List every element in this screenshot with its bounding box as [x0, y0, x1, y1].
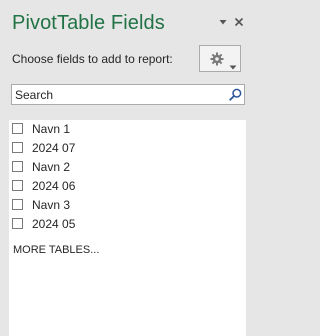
chevron-down-icon[interactable]: [218, 14, 228, 32]
field-checkbox[interactable]: [12, 123, 23, 134]
search-input[interactable]: [12, 85, 222, 104]
field-label: Navn 3: [32, 198, 71, 212]
field-checkbox[interactable]: [12, 199, 23, 210]
field-label: Navn 1: [32, 122, 71, 136]
field-label: Navn 2: [32, 160, 71, 174]
field-label: 2024 06: [32, 179, 76, 193]
panel-title: PivotTable Fields: [12, 12, 165, 34]
field-label: 2024 05: [32, 217, 76, 231]
more-tables-link[interactable]: MORE TABLES...: [13, 244, 99, 256]
field-checkbox[interactable]: [12, 161, 23, 172]
field-item[interactable]: Navn 1: [9, 120, 246, 138]
field-item[interactable]: 2024 05: [9, 215, 246, 233]
field-item[interactable]: 2024 07: [9, 139, 246, 157]
search-box: [11, 84, 245, 105]
close-icon[interactable]: [234, 14, 244, 32]
field-item[interactable]: 2024 06: [9, 177, 246, 195]
field-list: Navn 1 2024 07 Navn 2 2024 06 Navn 3 202…: [9, 120, 246, 336]
gear-icon: [210, 52, 224, 71]
choose-fields-label: Choose fields to add to report:: [12, 52, 173, 66]
field-checkbox[interactable]: [12, 180, 23, 191]
field-item[interactable]: Navn 3: [9, 196, 246, 214]
field-label: 2024 07: [32, 141, 76, 155]
chevron-down-icon: [229, 57, 237, 75]
settings-button[interactable]: [199, 45, 241, 72]
field-checkbox[interactable]: [12, 142, 23, 153]
field-checkbox[interactable]: [12, 218, 23, 229]
search-icon[interactable]: [229, 88, 242, 106]
field-item[interactable]: Navn 2: [9, 158, 246, 176]
